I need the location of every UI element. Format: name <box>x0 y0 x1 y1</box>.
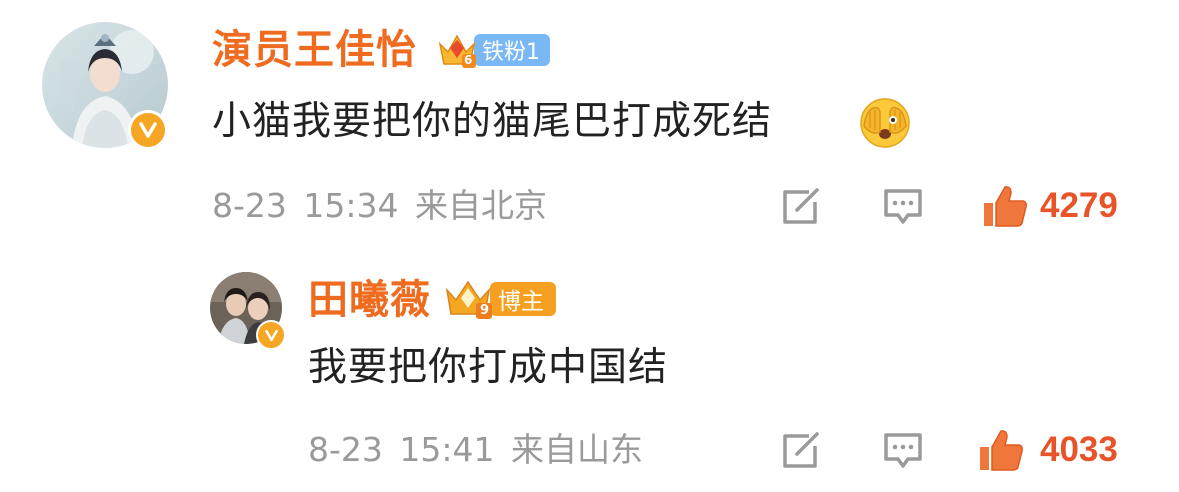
share-icon <box>783 432 819 468</box>
comment-location: 来自山东 <box>511 430 644 469</box>
reply-icon <box>884 433 922 468</box>
username[interactable]: 田曦薇 <box>308 276 431 324</box>
share-button[interactable] <box>778 430 824 472</box>
badge-label: 博主 <box>490 282 556 316</box>
comment-text: 我要把你打成中国结 <box>308 345 669 390</box>
share-icon <box>783 188 819 224</box>
share-button[interactable] <box>778 186 824 228</box>
reply-button[interactable] <box>880 430 926 472</box>
blogger-badge[interactable]: 9 博主 <box>444 278 556 320</box>
comment-date: 8-23 <box>212 186 287 225</box>
badge-level: 6 <box>464 53 473 67</box>
comment-date: 8-23 <box>308 430 383 469</box>
comment-meta: 8-23 15:41 来自山东 <box>308 428 643 472</box>
like-button[interactable] <box>980 182 1030 230</box>
verified-v-icon <box>128 110 168 150</box>
reply-comment-item: 田曦薇 9 博主 我要把你打成中国结 8-23 15:41 来自山东 4033 <box>0 250 1179 492</box>
like-count: 4033 <box>1040 430 1118 469</box>
comment-time: 15:34 <box>303 186 399 225</box>
reply-icon <box>884 189 922 224</box>
crown-badge-icon: 6 <box>436 30 478 70</box>
comment-location: 来自北京 <box>415 186 548 225</box>
comment-meta: 8-23 15:34 来自北京 <box>212 184 547 228</box>
comment-text: 小猫我要把你的猫尾巴打成死结 <box>212 94 772 150</box>
like-button[interactable] <box>976 426 1026 474</box>
comment-time: 15:41 <box>399 430 495 469</box>
comment-item: 演员王佳怡 6 铁粉1 小猫我要把你的猫尾巴打成死结 8-23 15:34 来自… <box>0 0 1179 250</box>
reply-button[interactable] <box>880 186 926 228</box>
comment-text-body: 小猫我要把你的猫尾巴打成死结 <box>212 99 773 144</box>
fan-badge[interactable]: 6 铁粉1 <box>436 30 550 70</box>
like-count: 4279 <box>1040 186 1118 225</box>
badge-level: 9 <box>480 303 490 318</box>
covering-face-emoji-icon <box>858 96 912 150</box>
verified-v-icon <box>256 320 286 350</box>
thumbs-up-icon <box>984 186 1027 227</box>
thumbs-up-icon <box>980 430 1023 471</box>
username[interactable]: 演员王佳怡 <box>212 26 417 74</box>
crown-badge-icon: 9 <box>444 278 494 320</box>
badge-label: 铁粉1 <box>474 34 550 66</box>
